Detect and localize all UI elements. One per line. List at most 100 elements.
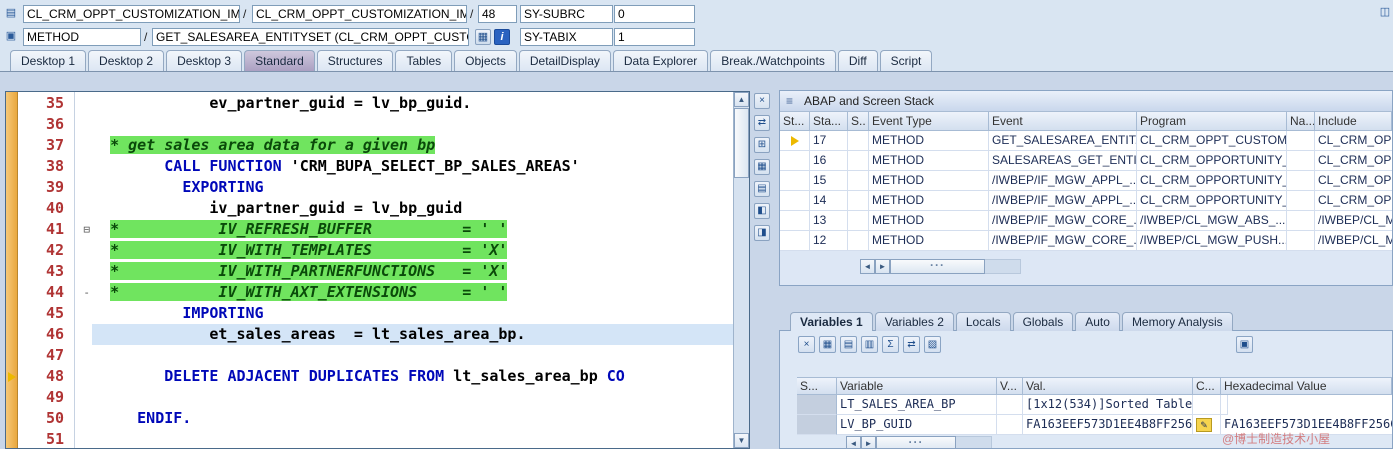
fold-marker[interactable]	[74, 261, 92, 282]
scroll-thumb[interactable]: ···	[890, 259, 985, 274]
code-line[interactable]: 44 - * IV_WITH_AXT_EXTENSIONS = ' '	[6, 282, 733, 303]
line-number[interactable]: 35	[18, 93, 74, 114]
fold-marker[interactable]	[74, 177, 92, 198]
editor-vscrollbar[interactable]: ▲ ▼	[733, 92, 749, 448]
variables-tab[interactable]: Locals	[955, 312, 1011, 331]
line-number[interactable]: 40	[18, 198, 74, 219]
column-header-v[interactable]: V...	[997, 377, 1023, 395]
stack-row[interactable]: 17 METHOD GET_SALESAREA_ENTIT... CL_CRM_…	[780, 131, 1392, 151]
column-header-st[interactable]: St...	[780, 112, 810, 131]
desktop-tab[interactable]: Script	[879, 50, 933, 71]
scroll-left-button[interactable]: ◄	[846, 436, 861, 448]
scroll-left-button[interactable]: ◄	[860, 259, 875, 274]
code-line[interactable]: 43 * IV_WITH_PARTNERFUNCTIONS = 'X'	[6, 261, 733, 282]
column-header-event-type[interactable]: Event Type	[869, 112, 989, 131]
maximize-icon[interactable]: ⊞	[754, 137, 770, 153]
variables-tab[interactable]: Variables 1	[790, 312, 873, 331]
layout-icon[interactable]: ▦	[819, 336, 836, 353]
fold-marker[interactable]	[74, 240, 92, 261]
desktop-tab[interactable]: Desktop 3	[166, 50, 243, 71]
code-line[interactable]: 36	[6, 114, 733, 135]
column-header-include[interactable]: Include	[1315, 112, 1392, 131]
code-line[interactable]: 42 * IV_WITH_TEMPLATES = 'X'	[6, 240, 733, 261]
fold-marker[interactable]	[74, 114, 92, 135]
variables-tab[interactable]: Memory Analysis	[1121, 312, 1233, 331]
variables-tab[interactable]: Globals	[1012, 312, 1074, 331]
code-editor[interactable]: 35 ev_partner_guid = lv_bp_guid. 36 37 *…	[5, 91, 750, 449]
fold-marker[interactable]	[74, 156, 92, 177]
class-name-field[interactable]: CL_CRM_OPPT_CUSTOMIZATION_IMP..	[23, 5, 240, 23]
table-settings-icon[interactable]: ▤	[840, 336, 857, 353]
column-header-val[interactable]: Val.	[1023, 377, 1193, 395]
fold-marker[interactable]	[74, 135, 92, 156]
form-view-icon[interactable]: ▤	[754, 181, 770, 197]
swap-panels-icon[interactable]: ⇄	[754, 115, 770, 131]
column-header-sel[interactable]: S...	[797, 377, 837, 395]
desktop-tab[interactable]: Objects	[454, 50, 517, 71]
column-header-c[interactable]: C...	[1193, 377, 1221, 395]
code-line[interactable]: 51	[6, 429, 733, 448]
sy-subrc-value[interactable]: 0	[614, 5, 695, 23]
desktop-tab[interactable]: Diff	[837, 50, 878, 71]
column-header-na[interactable]: Na...	[1287, 112, 1315, 131]
event-name-field[interactable]: GET_SALESAREA_ENTITYSET (CL_CRM_OPPT_CUS…	[152, 28, 469, 46]
code-line[interactable]: 41 ⊟ * IV_REFRESH_BUFFER = ' '	[6, 219, 733, 240]
line-number[interactable]: 41	[18, 219, 74, 240]
fold-marker[interactable]	[74, 303, 92, 324]
line-number[interactable]: 42	[18, 240, 74, 261]
line-number[interactable]: 48	[18, 366, 74, 387]
desktop-tab[interactable]: Desktop 1	[10, 50, 87, 71]
fold-marker[interactable]	[74, 345, 92, 366]
desktop-tab[interactable]: DetailDisplay	[518, 50, 611, 71]
lock-icon[interactable]: ◧	[754, 203, 770, 219]
scroll-thumb[interactable]	[734, 108, 749, 178]
column-header-event[interactable]: Event	[989, 112, 1137, 131]
line-number[interactable]: 43	[18, 261, 74, 282]
code-line[interactable]: 45 IMPORTING	[6, 303, 733, 324]
fold-marker[interactable]	[74, 324, 92, 345]
sum-icon[interactable]: Σ	[882, 336, 899, 353]
line-number-field[interactable]: 48	[478, 5, 517, 23]
scroll-thumb[interactable]: ···	[876, 436, 956, 448]
sy-tabix-value[interactable]: 1	[614, 28, 695, 46]
code-line[interactable]: 39 EXPORTING	[6, 177, 733, 198]
desktop-tab[interactable]: Desktop 2	[88, 50, 165, 71]
line-number[interactable]: 39	[18, 177, 74, 198]
column-header-variable[interactable]: Variable	[837, 377, 997, 395]
column-header-stack-level[interactable]: Sta...	[810, 112, 848, 131]
fold-marker[interactable]	[74, 366, 92, 387]
stack-row[interactable]: 15 METHOD /IWBEP/IF_MGW_APPL_... CL_CRM_…	[780, 171, 1392, 191]
scroll-up-button[interactable]: ▲	[734, 92, 749, 107]
code-line[interactable]: 40 iv_partner_guid = lv_bp_guid	[6, 198, 733, 219]
variables-tab[interactable]: Auto	[1075, 312, 1120, 331]
line-number[interactable]: 37	[18, 135, 74, 156]
info-icon[interactable]: i	[494, 29, 510, 45]
structure-display-icon[interactable]: ▦	[475, 29, 491, 45]
row-selector-cell[interactable]	[797, 415, 837, 435]
code-line[interactable]: 35 ev_partner_guid = lv_bp_guid.	[6, 93, 733, 114]
desktop-tab[interactable]: Data Explorer	[612, 50, 709, 71]
fold-marker[interactable]	[74, 387, 92, 408]
variables-hscrollbar[interactable]: ◄ ► ···	[846, 436, 992, 448]
code-line[interactable]: 37 * get sales area data for a given bp	[6, 135, 733, 156]
save-icon[interactable]: ▣	[1236, 336, 1253, 353]
services-icon[interactable]: ◨	[754, 225, 770, 241]
line-number[interactable]: 45	[18, 303, 74, 324]
delete-icon[interactable]: ×	[798, 336, 815, 353]
event-kind-field[interactable]: METHOD	[23, 28, 141, 46]
stack-row[interactable]: 13 METHOD /IWBEP/IF_MGW_CORE_... /IWBEP/…	[780, 211, 1392, 231]
stack-row[interactable]: 14 METHOD /IWBEP/IF_MGW_APPL_... CL_CRM_…	[780, 191, 1392, 211]
scroll-track[interactable]	[985, 259, 1021, 274]
code-line[interactable]: 49	[6, 387, 733, 408]
grid-view-icon[interactable]: ▦	[754, 159, 770, 175]
line-number[interactable]: 44	[18, 282, 74, 303]
line-number[interactable]: 50	[18, 408, 74, 429]
fold-marker[interactable]	[74, 198, 92, 219]
column-header-program[interactable]: Program	[1137, 112, 1287, 131]
compare-icon[interactable]: ⇄	[903, 336, 920, 353]
stack-hscrollbar[interactable]: ◄ ► ···	[860, 259, 1021, 274]
window-icon[interactable]: ◫	[1377, 5, 1393, 21]
scroll-track[interactable]	[956, 436, 992, 448]
line-number[interactable]: 36	[18, 114, 74, 135]
stack-row[interactable]: 16 METHOD SALESAREAS_GET_ENTI... CL_CRM_…	[780, 151, 1392, 171]
